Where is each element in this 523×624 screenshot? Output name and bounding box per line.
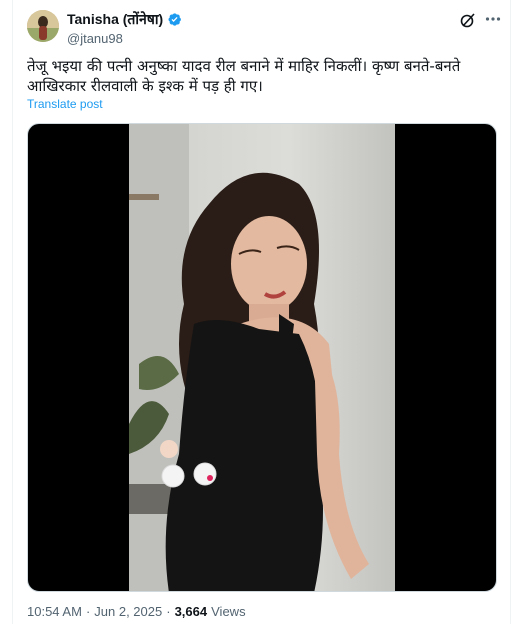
author-handle[interactable]: @jtanu98 xyxy=(67,31,182,46)
author-name-row: Tanisha (तोंनेषा) xyxy=(67,10,182,29)
author-block: Tanisha (तोंनेषा) @jtanu98 xyxy=(67,10,182,46)
tweet-meta: 10:54 AM · Jun 2, 2025 · 3,664 Views xyxy=(27,604,246,619)
grok-icon xyxy=(460,13,475,28)
more-options-button[interactable] xyxy=(483,9,503,29)
tweet-date-link[interactable]: Jun 2, 2025 xyxy=(94,604,162,619)
video-frame xyxy=(129,124,395,591)
views-label: Views xyxy=(211,604,246,619)
video-thumbnail xyxy=(129,124,395,591)
views-count: 3,664 xyxy=(174,604,208,619)
verified-badge-icon xyxy=(168,13,182,26)
author-display-name[interactable]: Tanisha (तोंनेषा) xyxy=(67,10,163,29)
translate-post-link[interactable]: Translate post xyxy=(27,97,103,111)
grok-button[interactable] xyxy=(459,11,477,29)
author-avatar[interactable] xyxy=(27,10,59,42)
meta-separator: · xyxy=(85,604,91,619)
video-player[interactable] xyxy=(27,123,497,592)
tweet-time-link[interactable]: 10:54 AM xyxy=(27,604,82,619)
more-options-icon xyxy=(485,17,501,21)
avatar-image xyxy=(27,10,59,42)
meta-separator-2: · xyxy=(166,604,171,619)
tweet-card: Tanisha (तोंनेषा) @jtanu98 तेजू भइया की … xyxy=(12,0,511,624)
tweet-text: तेजू भइया की पत्नी अनुष्का यादव रील बनान… xyxy=(27,57,461,95)
